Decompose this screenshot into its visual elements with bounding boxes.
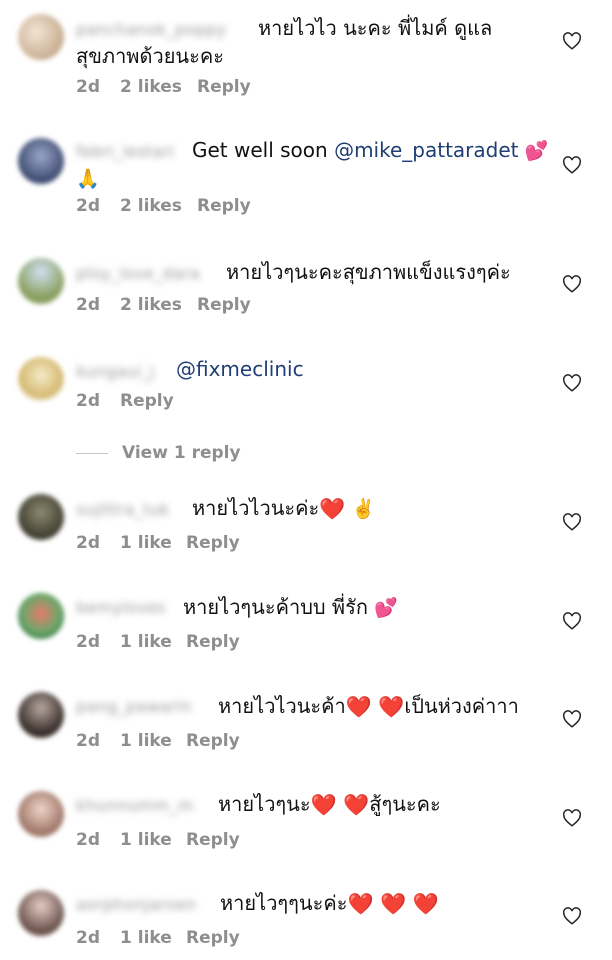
victory-hand-emoji: ✌️ bbox=[351, 498, 376, 520]
heart-outline-icon[interactable] bbox=[562, 156, 582, 174]
heart-outline-icon[interactable] bbox=[562, 513, 582, 531]
like-count[interactable]: 2 likes bbox=[120, 77, 197, 97]
red-heart-emoji: ❤️ bbox=[343, 793, 370, 817]
like-count[interactable]: 1 like bbox=[120, 533, 186, 553]
avatar[interactable] bbox=[18, 138, 64, 184]
avatar[interactable] bbox=[18, 494, 64, 540]
username[interactable]: aorphonjaroen bbox=[76, 895, 197, 914]
comment-meta: 2d 1 like Reply bbox=[76, 731, 240, 751]
comment-meta: 2d 1 like Reply bbox=[76, 533, 240, 553]
comment-text: @fixmeclinic bbox=[176, 355, 304, 383]
heart-outline-icon[interactable] bbox=[562, 612, 582, 630]
timestamp: 2d bbox=[76, 533, 100, 553]
heart-outline-icon[interactable] bbox=[562, 374, 582, 392]
timestamp: 2d bbox=[76, 632, 100, 652]
heart-outline-icon[interactable] bbox=[562, 907, 582, 925]
like-count[interactable]: 1 like bbox=[120, 928, 186, 948]
comment-text: หายไวไวนะค้า❤️ ❤️เป็นห่วงค่าาา bbox=[218, 694, 519, 719]
reply-button[interactable]: Reply bbox=[186, 533, 240, 553]
timestamp: 2d bbox=[76, 830, 100, 850]
like-count[interactable]: 2 likes bbox=[120, 295, 197, 315]
red-heart-emoji: ❤️ bbox=[319, 497, 346, 521]
comment-text-line2: สุขภาพด้วยนะคะ bbox=[76, 44, 224, 68]
avatar[interactable] bbox=[18, 14, 64, 60]
comment-text-line2: 🙏 bbox=[76, 164, 100, 192]
heart-outline-icon[interactable] bbox=[562, 710, 582, 728]
avatar[interactable] bbox=[18, 791, 64, 837]
heart-outline-icon[interactable] bbox=[562, 809, 582, 827]
folded-hands-emoji: 🙏 bbox=[76, 168, 100, 190]
timestamp: 2d bbox=[76, 196, 100, 216]
username[interactable]: bemyloves bbox=[76, 598, 166, 617]
avatar[interactable] bbox=[18, 357, 64, 403]
timestamp: 2d bbox=[76, 391, 100, 411]
heart-outline-icon[interactable] bbox=[562, 32, 582, 50]
red-heart-emoji: ❤️ bbox=[379, 892, 407, 916]
red-heart-emoji: ❤️ bbox=[310, 793, 337, 817]
timestamp: 2d bbox=[76, 731, 100, 751]
username[interactable]: kungaui_j bbox=[76, 362, 155, 381]
view-replies-label: View 1 reply bbox=[122, 443, 241, 463]
mention-link[interactable]: @fixmeclinic bbox=[176, 357, 304, 381]
avatar[interactable] bbox=[18, 593, 64, 639]
comment-text: Get well soon @mike_pattaradet 💕 bbox=[192, 138, 549, 162]
comment-meta: 2d 2 likes Reply bbox=[76, 196, 251, 216]
avatar[interactable] bbox=[18, 258, 64, 304]
reply-button[interactable]: Reply bbox=[197, 295, 251, 315]
avatar[interactable] bbox=[18, 692, 64, 738]
red-heart-emoji: ❤️ bbox=[378, 695, 405, 719]
comment-meta: 2d 1 like Reply bbox=[76, 632, 240, 652]
divider bbox=[76, 452, 108, 454]
avatar[interactable] bbox=[18, 890, 64, 936]
red-heart-emoji: ❤️ bbox=[347, 892, 374, 916]
username[interactable]: ploy_love_dara bbox=[76, 264, 200, 283]
comment-text: หายไวไวนะค่ะ❤️ ✌️ bbox=[192, 496, 376, 521]
comment-meta: 2d 1 like Reply bbox=[76, 830, 240, 850]
reply-button[interactable]: Reply bbox=[186, 830, 240, 850]
like-count[interactable]: 2 likes bbox=[120, 196, 197, 216]
comment-text: หายไวๆนะ❤️ ❤️สู้ๆนะคะ bbox=[218, 792, 441, 817]
comment-text: หายไวๆนะคะสุขภาพแข็งแรงๆค่ะ bbox=[226, 260, 511, 284]
comment-meta: 2d Reply bbox=[76, 391, 174, 411]
like-count[interactable]: 1 like bbox=[120, 830, 186, 850]
comment-text: หายไวไว นะคะ พี่ไมค์ ดูแล bbox=[258, 16, 493, 40]
reply-button[interactable]: Reply bbox=[197, 77, 251, 97]
red-heart-emoji: ❤️ bbox=[412, 892, 439, 916]
reply-button[interactable]: Reply bbox=[186, 928, 240, 948]
comment-text: หายไวๆๆนะค่ะ❤️ ❤️ ❤️ bbox=[220, 891, 439, 916]
username[interactable]: panchanok_poppy bbox=[76, 20, 226, 39]
timestamp: 2d bbox=[76, 77, 100, 97]
two-hearts-emoji: 💕 bbox=[374, 597, 399, 619]
like-count[interactable]: 1 like bbox=[120, 632, 186, 652]
comment-meta: 2d 2 likes Reply bbox=[76, 77, 251, 97]
comment-meta: 2d 1 like Reply bbox=[76, 928, 240, 948]
reply-button[interactable]: Reply bbox=[186, 731, 240, 751]
username[interactable]: pang_pawarin bbox=[76, 697, 192, 716]
timestamp: 2d bbox=[76, 295, 100, 315]
heart-outline-icon[interactable] bbox=[562, 275, 582, 293]
reply-button[interactable]: Reply bbox=[120, 391, 174, 411]
username[interactable]: febri_lestari bbox=[76, 142, 174, 161]
reply-button[interactable]: Reply bbox=[186, 632, 240, 652]
two-hearts-emoji: 💕 bbox=[524, 140, 549, 162]
comment-meta: 2d 2 likes Reply bbox=[76, 295, 251, 315]
mention-link[interactable]: @mike_pattaradet bbox=[334, 138, 518, 162]
reply-button[interactable]: Reply bbox=[197, 196, 251, 216]
username[interactable]: sujittra_tuk bbox=[76, 500, 170, 519]
red-heart-emoji: ❤️ bbox=[345, 695, 372, 719]
view-replies-button[interactable]: View 1 reply bbox=[76, 443, 241, 463]
timestamp: 2d bbox=[76, 928, 100, 948]
comment-text: หายไวๆนะค้าบบ พี่รัก 💕 bbox=[183, 595, 399, 619]
like-count[interactable]: 1 like bbox=[120, 731, 186, 751]
username[interactable]: khunnumm_m bbox=[76, 796, 194, 815]
